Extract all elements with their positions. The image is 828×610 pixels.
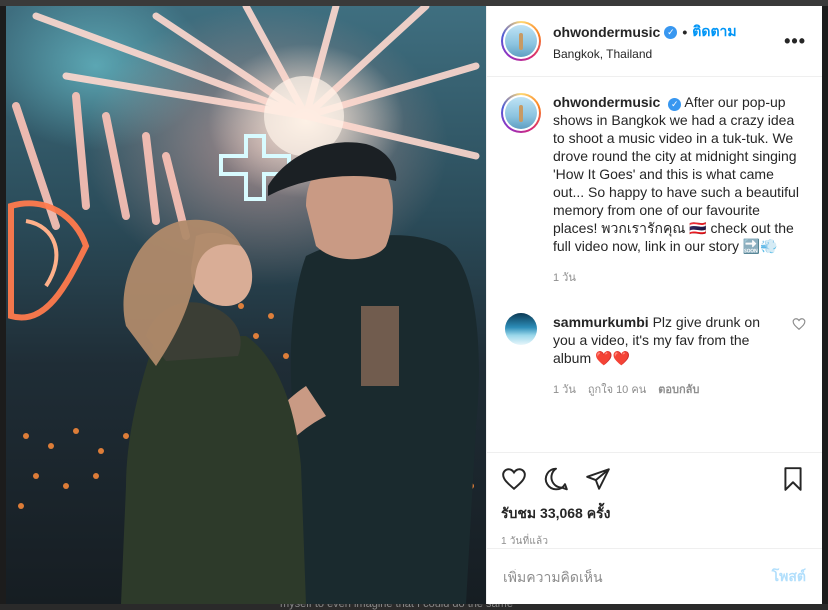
caption-username[interactable]: ohwondermusic <box>553 94 660 110</box>
comment-time[interactable]: 1 วัน <box>553 381 576 399</box>
reply-button[interactable]: ตอบกลับ <box>658 381 699 399</box>
verified-badge-icon: ✓ <box>664 25 678 39</box>
caption-time[interactable]: 1 วัน <box>553 269 806 287</box>
verified-badge-icon: ✓ <box>668 98 682 111</box>
caption-avatar[interactable] <box>501 93 541 133</box>
caption-text: After our pop-up shows in Bangkok we had… <box>553 94 799 254</box>
post-comment-button[interactable]: โพสต์ <box>772 566 806 588</box>
author-avatar[interactable] <box>501 21 541 61</box>
comment-item: sammurkumbi Plz give drunk on you a vide… <box>501 313 806 399</box>
comment-heart-icon[interactable] <box>792 317 806 331</box>
commenter-avatar[interactable] <box>505 313 537 345</box>
heart-icon[interactable] <box>501 466 527 492</box>
follow-button[interactable]: ติดตาม <box>692 21 736 43</box>
comment-likes[interactable]: ถูกใจ 10 คน <box>588 381 646 399</box>
author-username[interactable]: ohwondermusic <box>553 24 660 40</box>
share-icon[interactable] <box>585 466 611 492</box>
comment-composer: โพสต์ <box>487 548 822 604</box>
comments-section[interactable]: ohwondermusic ✓ After our pop-up shows i… <box>487 77 822 452</box>
post-side-panel: ohwondermusic ✓ • ติดตาม Bangkok, Thaila… <box>486 6 822 604</box>
post-location[interactable]: Bangkok, Thailand <box>553 47 784 61</box>
post-caption: ohwondermusic ✓ After our pop-up shows i… <box>501 93 806 287</box>
post-media[interactable] <box>6 6 486 604</box>
post-modal: ohwondermusic ✓ • ติดตาม Bangkok, Thaila… <box>6 6 822 604</box>
view-count[interactable]: รับชม 33,068 ครั้ง <box>501 503 806 525</box>
bookmark-icon[interactable] <box>780 466 806 492</box>
post-header: ohwondermusic ✓ • ติดตาม Bangkok, Thaila… <box>487 6 822 77</box>
comment-input[interactable] <box>503 568 772 585</box>
post-photo <box>8 6 480 604</box>
comment-icon[interactable] <box>543 466 569 492</box>
post-timestamp[interactable]: 1 วันที่แล้ว <box>501 534 806 549</box>
post-actions: รับชม 33,068 ครั้ง 1 วันที่แล้ว <box>487 452 822 548</box>
more-options-icon[interactable]: ••• <box>784 31 806 52</box>
separator-dot: • <box>682 24 688 40</box>
comment-username[interactable]: sammurkumbi <box>553 314 649 330</box>
